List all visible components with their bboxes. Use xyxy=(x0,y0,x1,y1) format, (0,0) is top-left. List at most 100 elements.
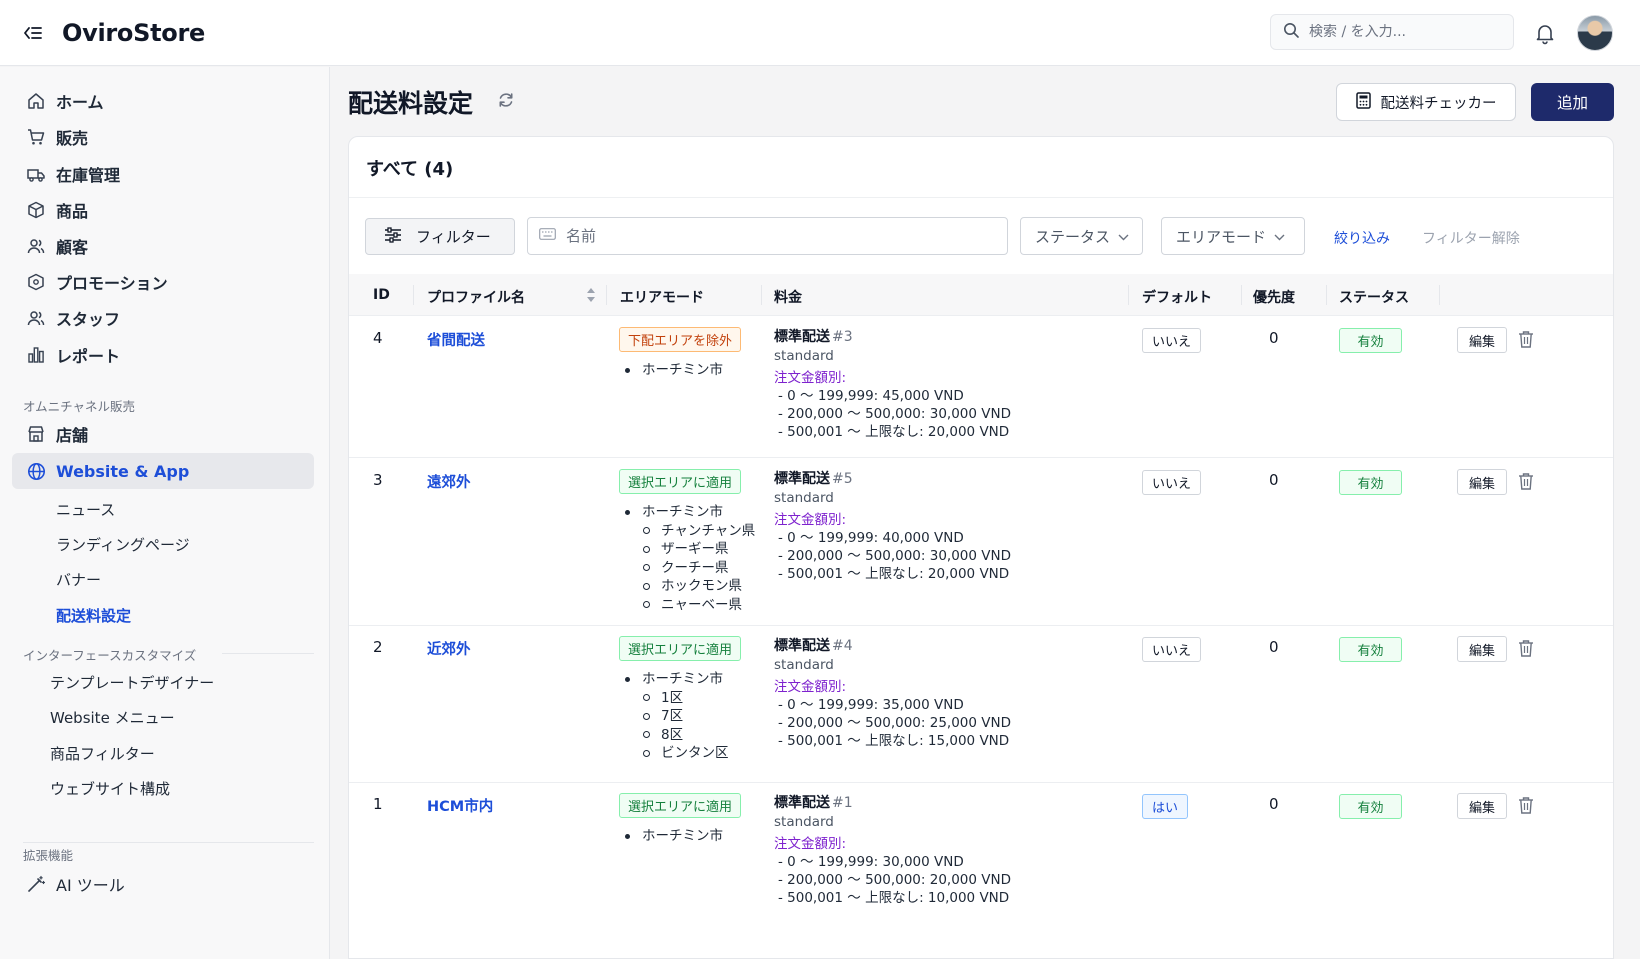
profile-name-link[interactable]: 省間配送 xyxy=(427,329,485,350)
edit-button[interactable]: 編集 xyxy=(1457,327,1507,353)
trash-icon[interactable] xyxy=(1518,330,1536,350)
table-row: 3 遠郊外 選択エリアに適用 ホーチミン市 チャンチャン県 ザーギー県 クーチー… xyxy=(349,459,1613,626)
filter-button[interactable]: フィルター xyxy=(365,218,515,255)
apply-filter-link[interactable]: 絞り込み xyxy=(1334,228,1390,248)
sidebar-item-label: ホーム xyxy=(56,93,104,112)
section-divider xyxy=(222,653,314,654)
brand-logo[interactable]: OviroStore xyxy=(62,19,205,47)
rate-name: 標準配送 xyxy=(774,795,830,811)
sidebar-item-sales[interactable]: 販売 xyxy=(12,119,314,155)
sidebar-item-ai-tools[interactable]: AI ツール xyxy=(12,866,314,902)
sidebar-item-label: 在庫管理 xyxy=(56,166,121,185)
default-badge: いいえ xyxy=(1142,470,1202,495)
refresh-icon[interactable] xyxy=(496,90,516,110)
sidebar-item-staff[interactable]: スタッフ xyxy=(12,300,314,336)
filter-button-label: フィルター xyxy=(416,228,491,246)
th-profile-name[interactable]: プロファイル名 xyxy=(427,287,525,307)
table-row: 2 近郊外 選択エリアに適用 ホーチミン市 1区 7区 8区 ビンタン区 標準配… xyxy=(349,626,1613,783)
sidebar-sub-news[interactable]: ニュース xyxy=(56,495,115,523)
trash-icon[interactable] xyxy=(1518,639,1536,659)
sidebar-item-stores[interactable]: 店舗 xyxy=(12,416,314,452)
name-filter[interactable] xyxy=(527,217,1008,255)
divider xyxy=(349,197,1613,198)
sidebar-item-product-filter[interactable]: 商品フィルター xyxy=(50,739,155,767)
rate-info: 標準配送 #5 standard 注文金額別: - 0 ～ 199,999: 40… xyxy=(774,470,1011,583)
rate-tier: - 200,000 ～ 500,000: 30,000 VND xyxy=(778,406,1011,422)
column-divider xyxy=(1128,285,1129,305)
sidebar-item-customers[interactable]: 顧客 xyxy=(12,228,314,264)
rate-code: standard xyxy=(774,657,834,673)
profile-name-link[interactable]: 近郊外 xyxy=(427,638,471,659)
section-label-extensions: 拡張機能 xyxy=(23,848,74,863)
magic-wand-icon xyxy=(26,874,46,894)
name-input[interactable] xyxy=(566,227,986,245)
truck-icon xyxy=(26,164,46,184)
avatar[interactable] xyxy=(1577,15,1613,51)
section-divider xyxy=(23,842,314,843)
sidebar: ホーム 販売 在庫管理 商品 顧客 プロモーション スタッフ レポート オムニチ… xyxy=(0,67,330,959)
bar-chart-icon xyxy=(26,345,46,365)
area-district: ビンタン区 xyxy=(621,744,729,763)
sidebar-sub-banner[interactable]: バナー xyxy=(56,565,101,593)
search-input[interactable] xyxy=(1309,24,1509,40)
rate-type-label: 注文金額別: xyxy=(774,512,847,528)
area-city: ホーチミン市 xyxy=(621,670,729,689)
rate-number: #5 xyxy=(832,471,853,487)
edit-button[interactable]: 編集 xyxy=(1457,636,1507,662)
global-search[interactable] xyxy=(1270,14,1514,50)
clear-filter-link[interactable]: フィルター解除 xyxy=(1422,228,1520,248)
row-id: 1 xyxy=(373,795,383,813)
area-city: ホーチミン市 xyxy=(621,827,723,846)
sidebar-sub-landing-page[interactable]: ランディングページ xyxy=(56,530,190,558)
sidebar-item-website-config[interactable]: ウェブサイト構成 xyxy=(50,774,170,802)
table-header: ID プロファイル名 エリアモード 料金 デフォルト 優先度 ステータス xyxy=(349,274,1613,316)
sidebar-item-products[interactable]: 商品 xyxy=(12,192,314,228)
profile-name-link[interactable]: 遠郊外 xyxy=(427,471,471,492)
sidebar-item-inventory[interactable]: 在庫管理 xyxy=(12,156,314,192)
sidebar-item-website-menu[interactable]: Website メニュー xyxy=(50,703,175,731)
sidebar-item-home[interactable]: ホーム xyxy=(12,83,314,119)
area-mode-dropdown[interactable]: エリアモード xyxy=(1161,217,1305,255)
column-divider xyxy=(606,285,607,305)
status-dropdown[interactable]: ステータス xyxy=(1020,217,1143,255)
row-id: 3 xyxy=(373,471,383,489)
area-mode-badge: 下配エリアを除外 xyxy=(619,327,742,352)
rate-type-label: 注文金額別: xyxy=(774,370,847,386)
rate-tier: - 200,000 ～ 500,000: 30,000 VND xyxy=(778,548,1011,564)
globe-icon xyxy=(26,461,46,481)
chevron-down-icon xyxy=(1118,227,1129,245)
default-badge: いいえ xyxy=(1142,637,1202,662)
table-row: 1 HCM市内 選択エリアに適用 ホーチミン市 標準配送 #1 standard … xyxy=(349,783,1613,958)
th-default: デフォルト xyxy=(1142,290,1212,306)
profile-name-link[interactable]: HCM市内 xyxy=(427,795,493,816)
priority-value: 0 xyxy=(1269,471,1279,489)
area-district: 8区 xyxy=(621,726,729,745)
area-mode-badge: 選択エリアに適用 xyxy=(619,793,742,818)
sort-icon[interactable] xyxy=(586,286,596,304)
sidebar-item-reports[interactable]: レポート xyxy=(12,337,314,373)
trash-icon[interactable] xyxy=(1518,472,1536,492)
trash-icon[interactable] xyxy=(1518,796,1536,816)
area-list: ホーチミン市 xyxy=(621,827,723,846)
sidebar-item-promotions[interactable]: プロモーション xyxy=(12,264,314,300)
shipping-fee-checker-button[interactable]: 配送料チェッカー xyxy=(1336,83,1516,121)
section-label-interface: インターフェースカスタマイズ xyxy=(23,648,197,663)
column-divider xyxy=(1241,285,1242,305)
sidebar-item-template-designer[interactable]: テンプレートデザイナー xyxy=(50,668,214,696)
rate-name: 標準配送 xyxy=(774,329,830,345)
home-icon xyxy=(26,91,46,111)
bell-icon[interactable] xyxy=(1533,21,1557,45)
column-divider xyxy=(1326,285,1327,305)
edit-button[interactable]: 編集 xyxy=(1457,793,1507,819)
status-badge: 有効 xyxy=(1339,794,1402,819)
add-button[interactable]: 追加 xyxy=(1531,83,1614,121)
area-district: ニャーベー県 xyxy=(621,596,755,615)
area-district: ホックモン県 xyxy=(621,577,755,596)
rate-tier: - 500,001 ～ 上限なし: 20,000 VND xyxy=(778,566,1010,582)
sidebar-item-label: AI ツール xyxy=(56,876,125,895)
edit-button[interactable]: 編集 xyxy=(1457,469,1507,495)
area-mode-dropdown-label: エリアモード xyxy=(1176,227,1267,246)
sidebar-item-website-app[interactable]: Website & App xyxy=(12,453,314,489)
collapse-menu-icon[interactable] xyxy=(22,22,44,44)
sidebar-sub-shipping-fee[interactable]: 配送料設定 xyxy=(56,601,131,629)
